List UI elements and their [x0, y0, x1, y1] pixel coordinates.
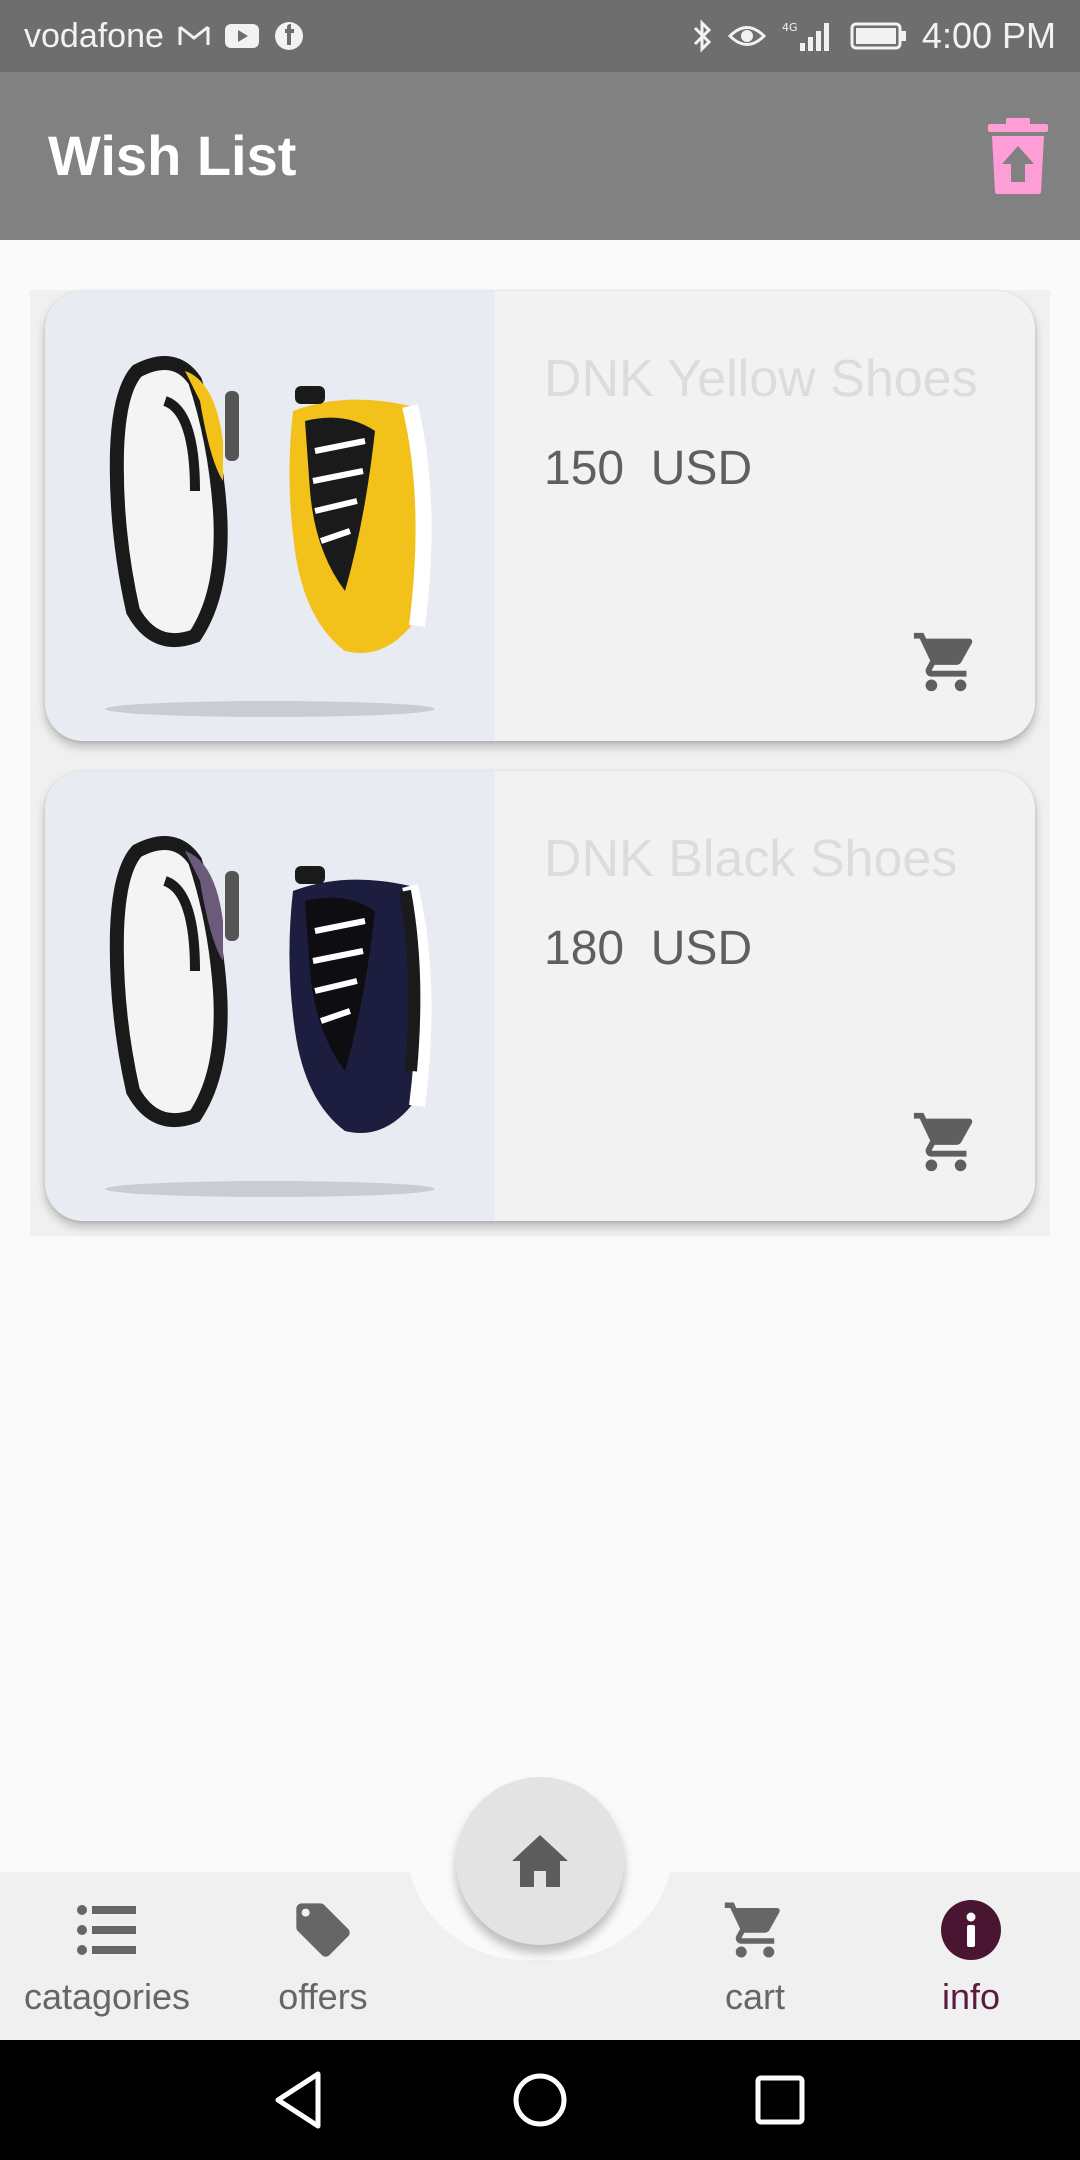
recents-button[interactable]	[740, 2060, 820, 2140]
signal-icon: 4G	[780, 19, 836, 53]
status-time: 4:00 PM	[921, 15, 1056, 56]
product-image	[45, 771, 495, 1221]
eye-comfort-icon	[727, 23, 766, 49]
tag-icon	[296, 1903, 350, 1957]
product-image	[45, 291, 495, 741]
back-icon	[275, 2071, 321, 2129]
product-price: 180 USD	[544, 922, 753, 975]
home-system-button[interactable]	[500, 2060, 580, 2140]
app-bar: Wish List	[0, 72, 1080, 240]
page-title: Wish List	[48, 124, 297, 187]
info-icon	[941, 1900, 1001, 1960]
square-recents-icon	[755, 2075, 805, 2125]
list-icon	[77, 1905, 136, 1955]
wishlist-card[interactable]: DNK Black Shoes 180 USD	[45, 771, 1035, 1221]
wishlist-card[interactable]: DNK Yellow Shoes 150 USD	[45, 291, 1035, 741]
nav-label: info	[941, 1976, 1001, 2017]
nav-item-info[interactable]: info	[871, 1890, 1071, 2040]
nav-label: cart	[724, 1976, 785, 2017]
cart-icon	[724, 1902, 780, 1958]
youtube-icon	[224, 23, 260, 49]
cart-icon	[913, 1112, 973, 1172]
nav-item-categories[interactable]: catagories	[7, 1890, 207, 2040]
home-icon	[512, 1835, 568, 1887]
back-button[interactable]	[260, 2060, 340, 2140]
nav-label: catagories	[23, 1976, 191, 2017]
add-to-cart-button[interactable]	[911, 1107, 981, 1177]
cart-icon	[913, 632, 973, 692]
nav-item-cart[interactable]: cart	[655, 1890, 855, 2040]
product-name[interactable]: DNK Yellow Shoes	[544, 349, 978, 409]
svg-text:4G: 4G	[782, 21, 798, 34]
battery-icon	[850, 21, 908, 51]
system-navigation-bar	[0, 2040, 1080, 2160]
nav-item-offers[interactable]: offers	[223, 1890, 423, 2040]
status-bar: vodafone 4G 4:00 PM	[0, 0, 1080, 72]
product-name[interactable]: DNK Black Shoes	[544, 829, 957, 889]
home-button[interactable]	[456, 1777, 624, 1945]
product-price: 150 USD	[544, 442, 753, 495]
status-left: vodafone	[24, 17, 304, 56]
facebook-icon	[274, 21, 304, 51]
nav-label: offers	[278, 1976, 368, 2017]
gmail-icon	[178, 23, 210, 49]
status-right: 4G 4:00 PM	[692, 15, 1056, 57]
add-to-cart-button[interactable]	[911, 627, 981, 697]
delete-all-icon	[988, 118, 1048, 194]
circle-home-icon	[513, 2073, 567, 2127]
bluetooth-icon	[692, 19, 714, 53]
carrier-name: vodafone	[24, 16, 164, 55]
clear-wishlist-button[interactable]	[986, 116, 1050, 196]
